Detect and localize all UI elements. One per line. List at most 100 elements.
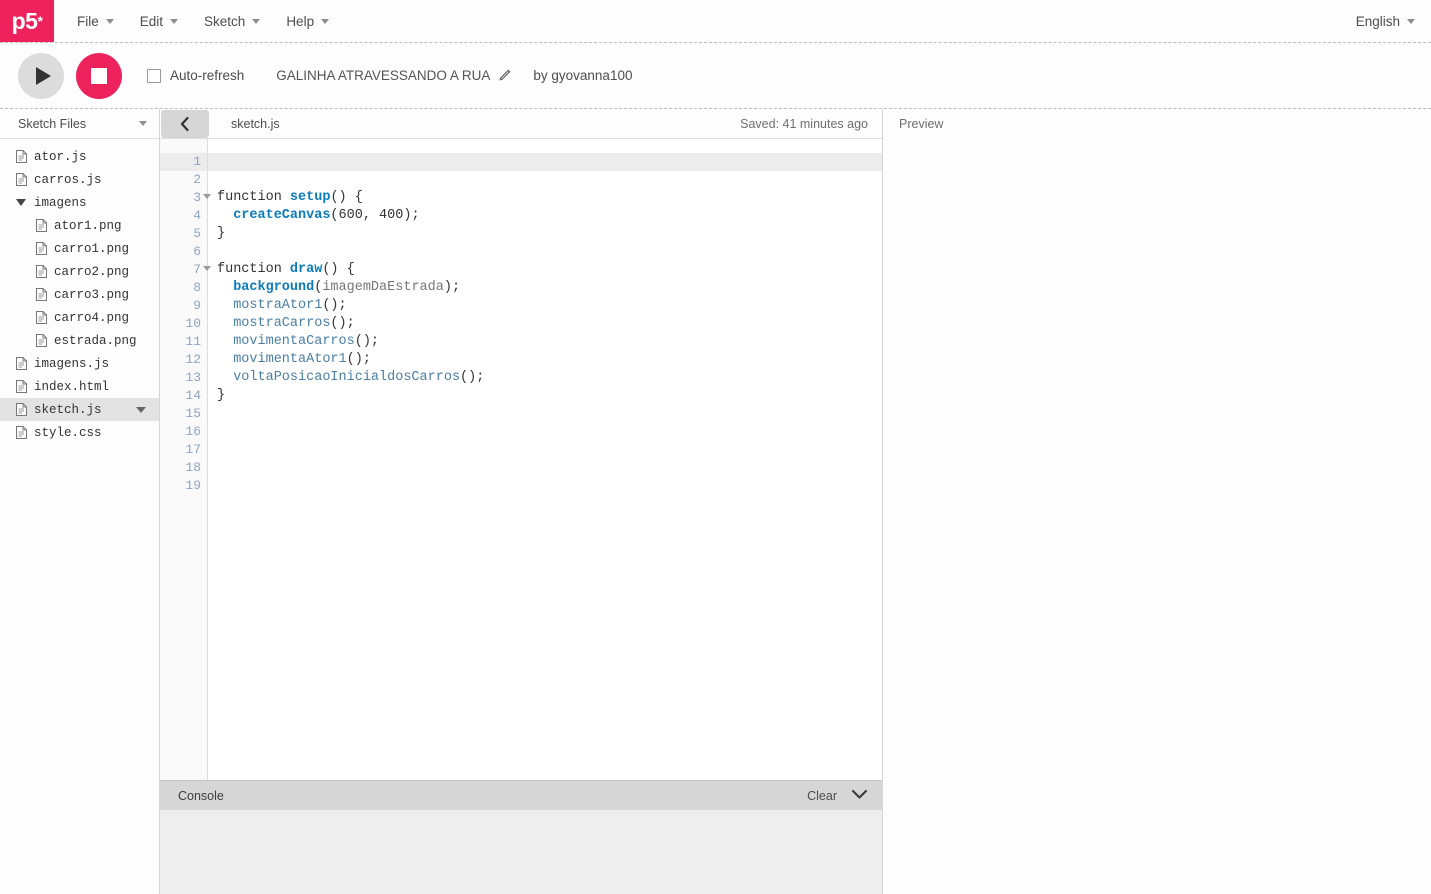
console-clear-button[interactable]: Clear xyxy=(807,789,837,803)
code-line[interactable] xyxy=(217,477,882,495)
file-icon xyxy=(16,357,27,370)
folder-row[interactable]: imagens xyxy=(0,191,159,214)
file-icon xyxy=(36,265,47,278)
code-editor[interactable]: 1 2 3 4 5 6 7 8 9 10 11 12 13 14 15 16 17 18 19 function s… xyxy=(160,139,882,780)
line-number: 1 xyxy=(160,153,207,171)
code-token: () { xyxy=(322,262,355,277)
line-number: 10 xyxy=(185,316,201,331)
menu-sketch[interactable]: Sketch xyxy=(191,0,273,42)
file-icon xyxy=(36,265,47,278)
code-line[interactable] xyxy=(217,441,882,459)
code-fold-icon[interactable] xyxy=(203,266,211,271)
code-line[interactable] xyxy=(217,405,882,423)
code-line[interactable]: background(imagemDaEstrada); xyxy=(217,279,882,297)
chevron-down-icon xyxy=(321,18,330,24)
file-icon xyxy=(16,173,27,186)
file-options-chevron-icon[interactable] xyxy=(136,406,146,413)
file-row[interactable]: sketch.js xyxy=(0,398,159,421)
menu-edit-label: Edit xyxy=(139,13,164,29)
file-name-label: carro4.png xyxy=(54,310,130,325)
file-row[interactable]: carro4.png xyxy=(0,306,159,329)
file-row[interactable]: carro3.png xyxy=(0,283,159,306)
file-row[interactable]: carro1.png xyxy=(0,237,159,260)
auto-refresh-checkbox[interactable] xyxy=(147,68,161,83)
top-navigation-bar: p5 * File Edit Sketch Help English xyxy=(0,0,1431,43)
play-button[interactable] xyxy=(18,52,64,99)
sketch-files-header[interactable]: Sketch Files xyxy=(0,109,159,139)
file-icon xyxy=(36,288,47,301)
code-token: , xyxy=(362,208,380,223)
menu-file[interactable]: File xyxy=(64,0,127,42)
code-line[interactable]: } xyxy=(217,387,882,405)
code-token: (); xyxy=(322,298,347,313)
pencil-icon[interactable] xyxy=(498,69,511,82)
code-token: background xyxy=(233,280,315,295)
code-token: ); xyxy=(403,208,420,223)
code-line[interactable] xyxy=(217,243,882,261)
console-header: Console Clear xyxy=(160,780,882,810)
code-line[interactable] xyxy=(217,171,882,189)
sketch-title[interactable]: GALINHA ATRAVESSANDO A RUA xyxy=(276,68,511,83)
sketch-files-label: Sketch Files xyxy=(18,116,87,131)
code-line[interactable]: } xyxy=(217,225,882,243)
file-row[interactable]: carros.js xyxy=(0,168,159,191)
code-line[interactable] xyxy=(217,423,882,441)
preview-label: Preview xyxy=(899,116,944,131)
file-row[interactable]: style.css xyxy=(0,421,159,444)
code-token: (); xyxy=(460,370,485,385)
code-content[interactable]: function setup() { createCanvas(600, 400… xyxy=(208,139,882,780)
chevron-down-icon[interactable] xyxy=(851,787,868,805)
folder-expanded-icon[interactable] xyxy=(16,199,26,206)
code-line[interactable] xyxy=(208,153,882,171)
code-line[interactable]: function draw() { xyxy=(217,261,882,279)
file-row[interactable]: estrada.png xyxy=(0,329,159,352)
chevron-down-icon[interactable] xyxy=(139,121,147,126)
code-token: function xyxy=(217,262,290,277)
file-row[interactable]: ator1.png xyxy=(0,214,159,237)
code-line[interactable]: movimentaCarros(); xyxy=(217,333,882,351)
menu-help[interactable]: Help xyxy=(273,0,342,42)
line-number: 5 xyxy=(193,226,201,241)
console-output xyxy=(160,810,882,894)
file-row[interactable]: imagens.js xyxy=(0,352,159,375)
preview-canvas-area[interactable] xyxy=(883,139,1431,894)
auto-refresh-toggle[interactable]: Auto-refresh xyxy=(147,68,244,83)
code-line[interactable]: mostraAtor1(); xyxy=(217,297,882,315)
line-number: 2 xyxy=(193,172,201,187)
file-icon xyxy=(16,150,27,163)
chevron-down-icon xyxy=(252,18,261,24)
code-token: 400 xyxy=(379,208,404,223)
file-name-label: carro2.png xyxy=(54,264,130,279)
file-name-label: estrada.png xyxy=(54,333,137,348)
file-icon xyxy=(36,334,47,347)
p5-logo[interactable]: p5 * xyxy=(0,0,54,42)
code-fold-icon[interactable] xyxy=(203,194,211,199)
code-line[interactable] xyxy=(217,459,882,477)
code-line[interactable]: movimentaAtor1(); xyxy=(217,351,882,369)
active-file-tab[interactable]: sketch.js xyxy=(231,117,280,131)
stop-button[interactable] xyxy=(76,52,122,99)
code-line[interactable]: function setup() { xyxy=(217,189,882,207)
author-name[interactable]: gyovanna100 xyxy=(551,68,632,83)
code-line[interactable]: createCanvas(600, 400); xyxy=(217,207,882,225)
sketch-toolbar: Auto-refresh GALINHA ATRAVESSANDO A RUA … xyxy=(0,43,1431,109)
code-token: voltaPosicaoInicialdosCarros xyxy=(233,370,461,385)
code-token: setup xyxy=(289,190,331,205)
menu-sketch-label: Sketch xyxy=(204,13,246,29)
file-row[interactable]: index.html xyxy=(0,375,159,398)
language-selector[interactable]: English xyxy=(1356,0,1431,42)
collapse-sidebar-button[interactable] xyxy=(161,109,209,138)
code-token: createCanvas xyxy=(233,208,331,223)
menu-edit[interactable]: Edit xyxy=(127,0,191,42)
code-line[interactable]: mostraCarros(); xyxy=(217,315,882,333)
code-line[interactable]: voltaPosicaoInicialdosCarros(); xyxy=(217,369,882,387)
console-title: Console xyxy=(178,788,224,803)
console-actions: Clear xyxy=(807,787,868,805)
file-name-label: index.html xyxy=(34,379,110,394)
file-row[interactable]: carro2.png xyxy=(0,260,159,283)
file-row[interactable]: ator.js xyxy=(0,145,159,168)
